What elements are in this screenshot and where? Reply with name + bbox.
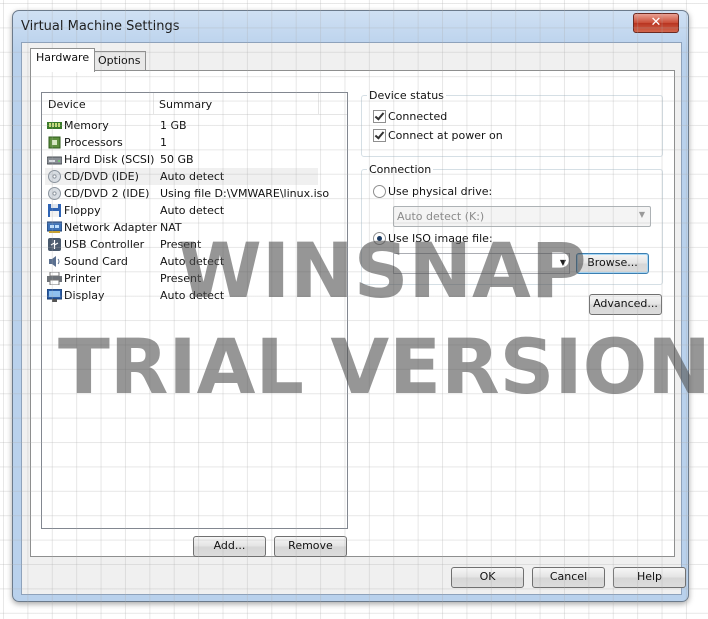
- title-bar[interactable]: Virtual Machine Settings ✕: [13, 11, 688, 41]
- sound-card-icon: [49, 256, 60, 267]
- device-summary: 1: [160, 136, 167, 149]
- column-separator[interactable]: [153, 93, 154, 114]
- device-status-group: Device status Connected Connect at power…: [361, 89, 663, 157]
- device-summary: Present: [160, 272, 202, 285]
- vm-settings-window: Virtual Machine Settings ✕ Hardware Opti…: [12, 10, 689, 602]
- device-row-sound-card[interactable]: Sound Card Auto detect: [45, 253, 318, 270]
- device-status-title: Device status: [367, 89, 446, 102]
- ok-button[interactable]: OK: [451, 567, 524, 588]
- printer-icon: [47, 272, 62, 285]
- connection-group: Connection Use physical drive: Auto dete…: [361, 163, 663, 285]
- cancel-button[interactable]: Cancel: [532, 567, 605, 588]
- help-button[interactable]: Help: [613, 567, 686, 588]
- cd-dvd-icon: [48, 187, 61, 200]
- device-name: Network Adapter: [64, 221, 158, 234]
- connected-label[interactable]: Connected: [388, 110, 447, 123]
- use-iso-image-label[interactable]: Use ISO image file:: [388, 232, 493, 245]
- device-summary: Auto detect: [160, 170, 225, 183]
- column-separator[interactable]: [318, 93, 319, 114]
- memory-icon: [47, 122, 62, 129]
- device-summary: 1 GB: [160, 119, 187, 132]
- physical-drive-select: Auto detect (K:) ▼: [393, 206, 651, 227]
- cd-dvd-icon: [48, 170, 61, 183]
- browse-button[interactable]: Browse...: [576, 253, 649, 274]
- device-row-hard-disk[interactable]: Hard Disk (SCSI) 50 GB: [45, 151, 318, 168]
- tab-options[interactable]: Options: [92, 51, 147, 71]
- column-header-summary[interactable]: Summary: [159, 98, 212, 111]
- device-name: CD/DVD (IDE): [64, 170, 139, 183]
- device-summary: NAT: [160, 221, 182, 234]
- device-name: USB Controller: [64, 238, 145, 251]
- device-summary: Auto detect: [160, 289, 225, 302]
- close-button[interactable]: ✕: [633, 13, 679, 33]
- dialog-client-area: Hardware Options Device Summary Memory 1…: [21, 42, 686, 595]
- device-name: Hard Disk (SCSI): [64, 153, 155, 166]
- device-name: Processors: [64, 136, 123, 149]
- use-physical-drive-radio[interactable]: [373, 185, 386, 198]
- chevron-down-icon[interactable]: ▼: [560, 258, 566, 267]
- usb-icon: [48, 238, 61, 251]
- remove-button[interactable]: Remove: [274, 536, 347, 557]
- use-physical-drive-label[interactable]: Use physical drive:: [388, 185, 492, 198]
- device-list[interactable]: Device Summary Memory 1 GB Processors 1: [41, 92, 348, 529]
- device-summary: Auto detect: [160, 255, 225, 268]
- physical-drive-value: Auto detect (K:): [397, 210, 485, 223]
- device-row-display[interactable]: Display Auto detect: [45, 287, 318, 304]
- connected-checkbox[interactable]: [373, 110, 386, 123]
- window-title: Virtual Machine Settings: [21, 19, 180, 34]
- hard-disk-icon: [47, 156, 62, 165]
- connection-title: Connection: [367, 163, 434, 176]
- hardware-tab-panel: Device Summary Memory 1 GB Processors 1: [30, 70, 675, 557]
- chevron-down-icon: ▼: [638, 210, 645, 219]
- close-icon: ✕: [650, 15, 662, 30]
- connect-at-power-on-label[interactable]: Connect at power on: [388, 129, 503, 142]
- tab-hardware[interactable]: Hardware: [30, 48, 96, 72]
- device-row-processors[interactable]: Processors 1: [45, 134, 318, 151]
- add-button[interactable]: Add...: [193, 536, 266, 557]
- device-summary: Present: [160, 238, 202, 251]
- display-icon: [47, 289, 62, 302]
- use-iso-image-radio[interactable]: [373, 232, 386, 245]
- device-summary: Using file D:\VMWARE\linux.iso: [160, 187, 330, 200]
- device-list-header: Device Summary: [42, 93, 347, 115]
- device-name: Memory: [64, 119, 109, 132]
- column-header-device[interactable]: Device: [48, 98, 86, 111]
- tab-hardware-label: Hardware: [36, 51, 90, 64]
- device-row-memory[interactable]: Memory 1 GB: [45, 117, 318, 134]
- device-summary: 50 GB: [160, 153, 194, 166]
- device-name: Floppy: [64, 204, 101, 217]
- advanced-button[interactable]: Advanced...: [589, 294, 662, 315]
- iso-image-path-combo[interactable]: ▼: [393, 253, 570, 274]
- device-row-cd-dvd[interactable]: CD/DVD (IDE) Auto detect: [45, 168, 318, 185]
- tab-options-label: Options: [98, 54, 141, 67]
- floppy-icon: [48, 204, 61, 217]
- device-name: Display: [64, 289, 105, 302]
- device-row-usb-controller[interactable]: USB Controller Present: [45, 236, 318, 253]
- processor-icon: [48, 136, 61, 149]
- connect-at-power-on-checkbox[interactable]: [373, 129, 386, 142]
- device-name: Sound Card: [64, 255, 128, 268]
- device-row-network-adapter[interactable]: Network Adapter NAT: [45, 219, 318, 236]
- device-row-cd-dvd-2[interactable]: CD/DVD 2 (IDE) Using file D:\VMWARE\linu…: [45, 185, 329, 202]
- device-row-floppy[interactable]: Floppy Auto detect: [45, 202, 318, 219]
- network-adapter-icon: [47, 221, 62, 233]
- device-name: CD/DVD 2 (IDE): [64, 187, 150, 200]
- device-row-printer[interactable]: Printer Present: [45, 270, 318, 287]
- device-name: Printer: [64, 272, 101, 285]
- device-summary: Auto detect: [160, 204, 225, 217]
